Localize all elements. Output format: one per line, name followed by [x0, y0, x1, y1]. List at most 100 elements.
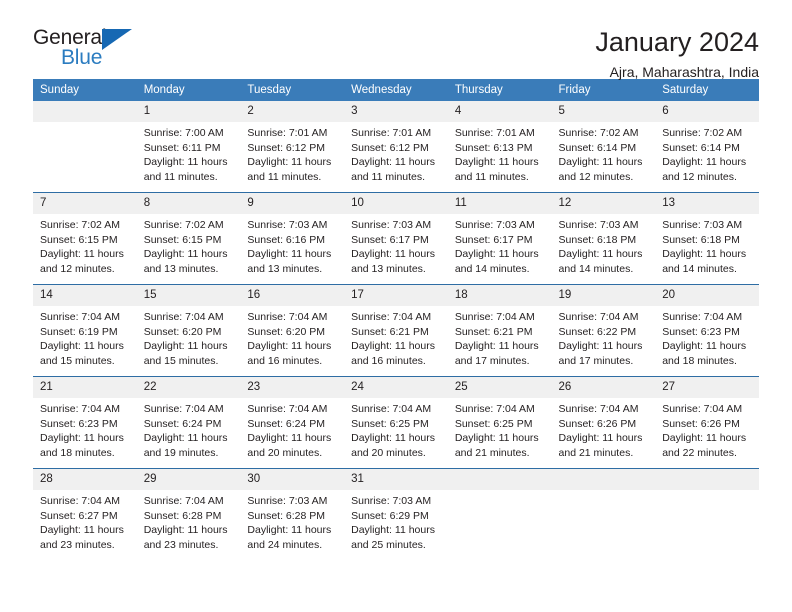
day-details: Sunrise: 7:03 AM Sunset: 6:29 PM Daylight:… — [344, 490, 448, 560]
day-number — [447, 469, 552, 490]
day-detail-line: and 25 minutes. — [351, 538, 426, 551]
calendar-day-cell[interactable]: 18 Sunrise: 7:04 AM Sunset: 6:21 PM Dayligh… — [447, 284, 552, 377]
day-detail-line: Sunrise: 7:04 AM — [454, 403, 535, 415]
calendar-day-cell[interactable]: 24 Sunrise: 7:04 AM Sunset: 6:25 PM Dayligh… — [344, 376, 448, 469]
day-detail-line: and 17 minutes. — [558, 354, 634, 367]
calendar-day-cell[interactable]: 22 Sunrise: 7:04 AM Sunset: 6:24 PM Dayligh… — [136, 376, 241, 469]
calendar-day-cell[interactable]: 7 Sunrise: 7:02 AM Sunset: 6:15 PM Daylight… — [33, 192, 137, 285]
calendar-day-cell[interactable]: 3 Sunrise: 7:01 AM Sunset: 6:12 PM Daylight… — [344, 101, 448, 193]
day-detail-line: Sunrise: 7:03 AM — [351, 219, 432, 231]
day-detail-line: Sunrise: 7:00 AM — [143, 127, 224, 139]
calendar-day-cell[interactable]: 11 Sunrise: 7:03 AM Sunset: 6:17 PM Dayligh… — [447, 192, 552, 285]
day-detail-line: Sunset: 6:17 PM — [454, 233, 533, 246]
day-number: 4 — [447, 101, 552, 122]
calendar-day-cell[interactable]: 2 Sunrise: 7:01 AM Sunset: 6:12 PM Daylight… — [240, 101, 345, 193]
day-detail-line: Daylight: 11 hours — [247, 432, 332, 444]
calendar-day-cell[interactable]: 6 Sunrise: 7:02 AM Sunset: 6:14 PM Daylight… — [655, 101, 759, 193]
calendar-day-cell[interactable]: 23 Sunrise: 7:04 AM Sunset: 6:24 PM Dayligh… — [240, 376, 345, 469]
calendar-day-cell[interactable]: 5 Sunrise: 7:02 AM Sunset: 6:14 PM Daylight… — [551, 101, 656, 193]
day-detail-line: Sunset: 6:16 PM — [247, 233, 326, 246]
page-title: January 2024 — [595, 27, 759, 57]
calendar-day-cell[interactable]: 25 Sunrise: 7:04 AM Sunset: 6:25 PM Dayligh… — [447, 376, 552, 469]
calendar-day-cell[interactable]: 12 Sunrise: 7:03 AM Sunset: 6:18 PM Dayligh… — [551, 192, 656, 285]
calendar-day-cell[interactable]: 9 Sunrise: 7:03 AM Sunset: 6:16 PM Daylight… — [240, 192, 345, 285]
day-number: 12 — [551, 193, 656, 214]
day-number: 6 — [655, 101, 759, 122]
day-number: 15 — [136, 285, 241, 306]
calendar-week-row: 28 Sunrise: 7:04 AM Sunset: 6:27 PM Dayligh… — [33, 468, 759, 560]
calendar-day-cell[interactable]: 10 Sunrise: 7:03 AM Sunset: 6:17 PM Dayligh… — [344, 192, 448, 285]
day-number — [655, 469, 759, 490]
day-detail-line: and 13 minutes. — [351, 262, 426, 275]
calendar-day-cell[interactable]: 14 Sunrise: 7:04 AM Sunset: 6:19 PM Dayligh… — [33, 284, 137, 377]
day-detail-line: Sunset: 6:12 PM — [247, 141, 326, 154]
calendar-day-cell[interactable]: 20 Sunrise: 7:04 AM Sunset: 6:23 PM Dayligh… — [655, 284, 759, 377]
calendar-day-cell[interactable]: 28 Sunrise: 7:04 AM Sunset: 6:27 PM Dayligh… — [33, 468, 137, 560]
day-detail-line: Daylight: 11 hours — [143, 432, 228, 444]
calendar-day-cell[interactable]: 30 Sunrise: 7:03 AM Sunset: 6:28 PM Dayligh… — [240, 468, 345, 560]
calendar-day-cell[interactable]: 21 Sunrise: 7:04 AM Sunset: 6:23 PM Dayligh… — [33, 376, 137, 469]
day-detail-line: Sunset: 6:14 PM — [558, 141, 637, 154]
calendar-week-row: 7 Sunrise: 7:02 AM Sunset: 6:15 PM Daylight… — [33, 192, 759, 285]
day-detail-line: Daylight: 11 hours — [454, 432, 539, 444]
day-details: Sunrise: 7:04 AM Sunset: 6:21 PM Daylight:… — [448, 306, 552, 376]
calendar-day-cell[interactable]: 31 Sunrise: 7:03 AM Sunset: 6:29 PM Dayligh… — [344, 468, 448, 560]
day-details: Sunrise: 7:04 AM Sunset: 6:26 PM Daylight:… — [552, 398, 656, 468]
day-detail-line: Sunrise: 7:04 AM — [662, 403, 743, 415]
calendar-day-cell[interactable]: 19 Sunrise: 7:04 AM Sunset: 6:22 PM Dayligh… — [551, 284, 656, 377]
calendar-day-cell[interactable]: 4 Sunrise: 7:01 AM Sunset: 6:13 PM Daylight… — [447, 101, 552, 193]
day-details: Sunrise: 7:01 AM Sunset: 6:13 PM Daylight:… — [448, 122, 552, 192]
weekday-header-thursday: Thursday — [447, 79, 552, 101]
day-details: Sunrise: 7:04 AM Sunset: 6:23 PM Daylight:… — [655, 306, 759, 376]
day-details: Sunrise: 7:03 AM Sunset: 6:28 PM Daylight:… — [240, 490, 344, 560]
day-detail-line: Daylight: 11 hours — [247, 340, 332, 352]
day-detail-line: Daylight: 11 hours — [40, 524, 124, 536]
day-detail-line: and 23 minutes. — [143, 538, 219, 551]
calendar-empty-cell — [551, 468, 656, 560]
calendar-page: General Blue January 2024 Ajra, Maharash… — [0, 0, 792, 612]
day-detail-line: Daylight: 11 hours — [143, 248, 228, 260]
day-details: Sunrise: 7:04 AM Sunset: 6:20 PM Daylight:… — [137, 306, 241, 376]
day-detail-line: Sunrise: 7:02 AM — [40, 219, 120, 231]
calendar-day-cell[interactable]: 1 Sunrise: 7:00 AM Sunset: 6:11 PM Daylight… — [136, 101, 241, 193]
day-number: 27 — [655, 377, 759, 398]
day-detail-line: Daylight: 11 hours — [662, 156, 747, 168]
day-detail-line: Sunset: 6:15 PM — [40, 233, 118, 246]
day-detail-line: Sunset: 6:18 PM — [662, 233, 740, 246]
day-detail-line: Sunset: 6:28 PM — [247, 509, 326, 522]
day-detail-line: Sunset: 6:14 PM — [662, 141, 740, 154]
day-detail-line: Sunrise: 7:03 AM — [454, 219, 535, 231]
page-header: General Blue January 2024 Ajra, Maharash… — [33, 0, 759, 80]
day-detail-line: Sunrise: 7:04 AM — [247, 403, 328, 415]
day-detail-line: Sunrise: 7:04 AM — [351, 403, 432, 415]
day-detail-line: Sunrise: 7:04 AM — [40, 403, 120, 415]
day-detail-line: Daylight: 11 hours — [351, 524, 435, 536]
weekday-header-sunday: Sunday — [33, 79, 137, 101]
day-detail-line: Daylight: 11 hours — [662, 340, 747, 352]
day-detail-line: Sunset: 6:27 PM — [40, 509, 118, 522]
day-details: Sunrise: 7:01 AM Sunset: 6:12 PM Daylight:… — [344, 122, 448, 192]
calendar-day-cell[interactable]: 26 Sunrise: 7:04 AM Sunset: 6:26 PM Dayligh… — [551, 376, 656, 469]
calendar-day-cell[interactable]: 16 Sunrise: 7:04 AM Sunset: 6:20 PM Dayligh… — [240, 284, 345, 377]
calendar-day-cell[interactable]: 8 Sunrise: 7:02 AM Sunset: 6:15 PM Daylight… — [136, 192, 241, 285]
day-detail-line: Daylight: 11 hours — [454, 156, 539, 168]
calendar-day-cell[interactable]: 27 Sunrise: 7:04 AM Sunset: 6:26 PM Dayligh… — [655, 376, 759, 469]
day-details: Sunrise: 7:04 AM Sunset: 6:24 PM Daylight:… — [240, 398, 344, 468]
day-detail-line: Sunset: 6:21 PM — [351, 325, 429, 338]
day-number: 17 — [344, 285, 448, 306]
calendar-day-cell[interactable]: 29 Sunrise: 7:04 AM Sunset: 6:28 PM Dayligh… — [136, 468, 241, 560]
day-number: 10 — [344, 193, 448, 214]
day-detail-line: Sunset: 6:18 PM — [558, 233, 637, 246]
day-number: 29 — [136, 469, 241, 490]
day-details: Sunrise: 7:01 AM Sunset: 6:12 PM Daylight:… — [240, 122, 344, 192]
calendar-day-cell[interactable]: 15 Sunrise: 7:04 AM Sunset: 6:20 PM Dayligh… — [136, 284, 241, 377]
day-detail-line: Sunrise: 7:04 AM — [143, 403, 224, 415]
day-details: Sunrise: 7:00 AM Sunset: 6:11 PM Daylight:… — [137, 122, 241, 192]
day-details — [655, 490, 759, 552]
day-number: 25 — [447, 377, 552, 398]
calendar-day-cell[interactable]: 17 Sunrise: 7:04 AM Sunset: 6:21 PM Dayligh… — [344, 284, 448, 377]
triangle-logo-icon — [102, 29, 132, 50]
day-details — [33, 122, 137, 184]
general-blue-logo[interactable]: General Blue — [33, 26, 138, 74]
calendar-day-cell[interactable]: 13 Sunrise: 7:03 AM Sunset: 6:18 PM Dayligh… — [655, 192, 759, 285]
